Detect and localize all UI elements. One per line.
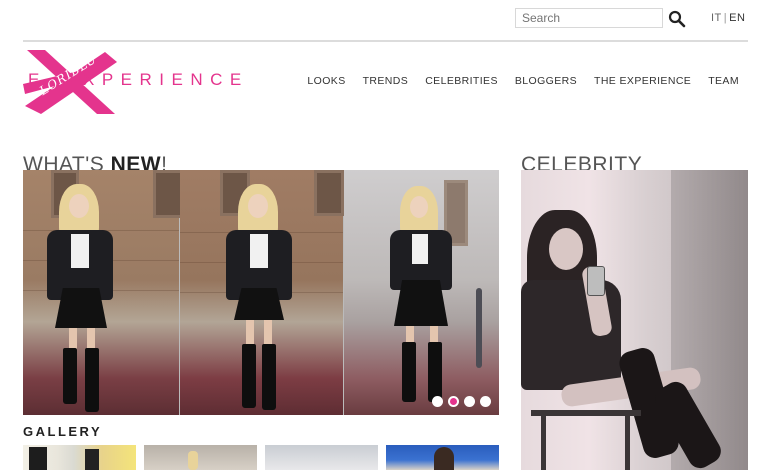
nav-item-team[interactable]: TEAM: [708, 75, 739, 87]
model-boot: [428, 342, 442, 402]
nav-item-bloggers[interactable]: BLOGGERS: [515, 75, 577, 87]
model-boot: [63, 348, 77, 404]
street-bollard: [476, 288, 482, 368]
gallery-thumb-2[interactable]: [144, 445, 257, 470]
slider-photo-1: [23, 170, 183, 415]
model-leg: [246, 320, 254, 346]
thumb-garment: [85, 449, 99, 470]
slider-dot-2[interactable]: [448, 396, 459, 407]
building-window: [153, 170, 183, 218]
model-face: [69, 194, 89, 218]
search-input[interactable]: [516, 9, 662, 27]
thumb-person: [434, 447, 454, 470]
model-boot: [262, 344, 276, 410]
search-box: [515, 8, 663, 28]
model-skirt: [55, 288, 107, 328]
slider-pagination: [432, 396, 491, 407]
model-leg: [69, 328, 77, 350]
header-divider: [23, 40, 748, 42]
model-skirt: [394, 280, 448, 326]
slider-photo-3: [344, 170, 499, 415]
gallery-thumbnails: [23, 445, 499, 470]
model-shirt: [71, 234, 89, 268]
gallery-thumb-1[interactable]: [23, 445, 136, 470]
thumb-poster: [29, 447, 47, 470]
nav-item-trends[interactable]: TRENDS: [363, 75, 409, 87]
gallery-heading: GALLERY: [23, 424, 103, 439]
whats-new-slider[interactable]: [23, 170, 499, 415]
model-shirt: [250, 234, 268, 268]
search-icon[interactable]: [668, 10, 686, 28]
slider-dot-3[interactable]: [464, 396, 475, 407]
model-figure: [222, 184, 302, 415]
lang-en-link[interactable]: EN: [729, 12, 745, 24]
main-nav: LOOKS TRENDS CELEBRITIES BLOGGERS THE EX…: [307, 75, 739, 87]
chair-leg: [541, 416, 546, 470]
gallery-thumb-3[interactable]: [265, 445, 378, 470]
celebrity-phone: [587, 266, 605, 296]
model-skirt: [234, 288, 284, 320]
model-shirt: [412, 234, 428, 264]
model-boot: [85, 348, 99, 412]
nav-item-the-experience[interactable]: THE EXPERIENCE: [594, 75, 691, 87]
model-figure: [384, 186, 464, 415]
slider-dot-1[interactable]: [432, 396, 443, 407]
building-window: [314, 170, 344, 216]
model-boot: [242, 344, 256, 408]
lang-it-link[interactable]: IT: [711, 12, 722, 24]
logo-wordmark: XPERIENCE: [83, 70, 249, 89]
language-switcher: IT | EN: [711, 12, 745, 24]
thumb-figure: [188, 451, 198, 470]
slider-photo-2: [180, 170, 344, 415]
gallery-thumb-4[interactable]: [386, 445, 499, 470]
model-figure: [45, 184, 125, 415]
model-boot: [402, 342, 416, 402]
site-logo[interactable]: E XPERIENCE LORIBLU: [23, 48, 241, 118]
model-face: [410, 196, 428, 218]
model-leg: [264, 320, 272, 346]
celebrity-face: [549, 228, 583, 270]
model-face: [248, 194, 268, 218]
chair-leg: [625, 416, 630, 470]
model-leg: [87, 328, 95, 350]
nav-item-celebrities[interactable]: CELEBRITIES: [425, 75, 498, 87]
celebrity-photo[interactable]: [521, 170, 748, 470]
nav-item-looks[interactable]: LOOKS: [307, 75, 345, 87]
slider-dot-4[interactable]: [480, 396, 491, 407]
